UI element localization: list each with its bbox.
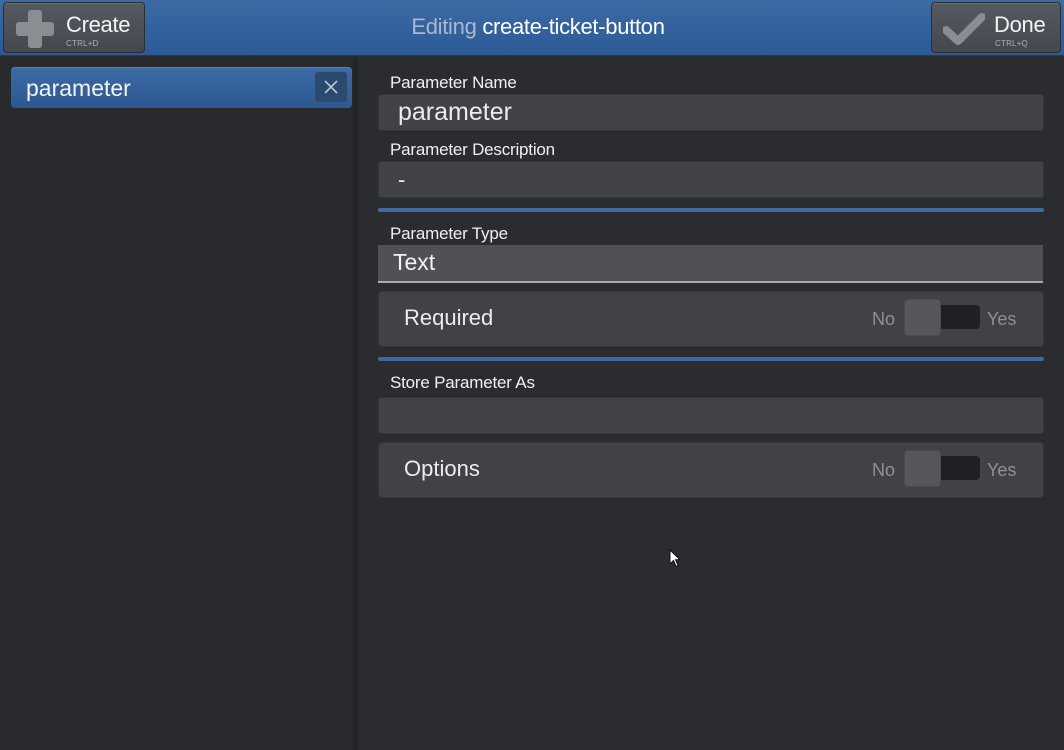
top-bar: Create CTRL+D Editing create-ticket-butt… xyxy=(0,0,1064,56)
parameter-description-label: Parameter Description xyxy=(390,140,555,159)
section-divider xyxy=(378,357,1044,361)
parameter-name-field[interactable]: parameter xyxy=(378,94,1044,131)
toggle-knob xyxy=(904,299,941,336)
close-icon xyxy=(324,80,338,94)
done-button[interactable]: Done CTRL+Q xyxy=(931,2,1061,53)
options-row: Options No Yes xyxy=(378,442,1044,498)
options-toggle[interactable] xyxy=(904,450,980,487)
done-button-label: Done xyxy=(994,12,1046,37)
parameter-description-field[interactable]: - xyxy=(378,161,1044,198)
required-no-label: No xyxy=(872,309,896,329)
remove-parameter-button[interactable] xyxy=(315,72,347,102)
parameter-type-value: Text xyxy=(393,249,436,275)
create-shortcut-hint: CTRL+D xyxy=(66,39,99,48)
required-row: Required No Yes xyxy=(378,291,1044,347)
parameter-type-select[interactable]: Text xyxy=(378,245,1043,283)
parameter-description-value: - xyxy=(398,167,406,192)
parameter-name-label: Parameter Name xyxy=(390,73,517,92)
parameter-editor-panel: Parameter Name parameter Parameter Descr… xyxy=(363,57,1064,750)
required-toggle[interactable] xyxy=(904,299,980,336)
store-parameter-label: Store Parameter As xyxy=(390,373,535,392)
parameter-list-item-label: parameter xyxy=(26,75,131,101)
parameter-list-item[interactable]: parameter xyxy=(11,67,352,108)
required-yes-label: Yes xyxy=(987,309,1017,329)
parameter-list-panel: parameter xyxy=(0,57,358,750)
options-no-label: No xyxy=(872,460,896,480)
done-shortcut-hint: CTRL+Q xyxy=(995,39,1028,48)
options-label: Options xyxy=(404,456,480,481)
checkmark-icon xyxy=(943,13,985,45)
store-parameter-field[interactable] xyxy=(378,397,1044,434)
title-name: create-ticket-button xyxy=(482,14,665,39)
mouse-pointer-icon xyxy=(669,549,681,568)
parameter-name-value: parameter xyxy=(398,98,512,126)
parameter-type-label: Parameter Type xyxy=(390,224,508,243)
toggle-knob xyxy=(904,450,941,487)
section-divider xyxy=(378,208,1044,212)
options-yes-label: Yes xyxy=(987,460,1017,480)
page-title: Editing create-ticket-button xyxy=(0,14,1064,40)
required-label: Required xyxy=(404,305,494,330)
title-prefix: Editing xyxy=(411,14,477,39)
